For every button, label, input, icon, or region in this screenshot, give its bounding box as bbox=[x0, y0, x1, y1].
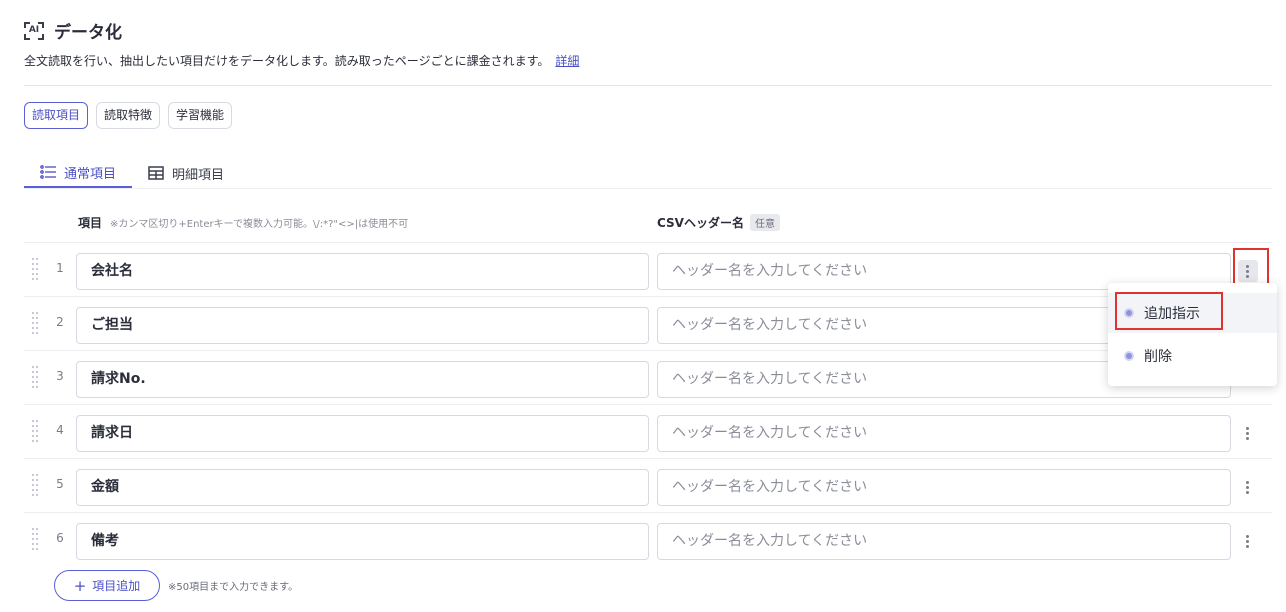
row-number: 5 bbox=[56, 477, 64, 491]
csv-column-label: CSVヘッダー名 bbox=[657, 216, 744, 230]
row-number: 4 bbox=[56, 423, 64, 437]
item-row: 2 ご担当 ヘッダー名を入力してください bbox=[24, 296, 1272, 350]
item-tabs: 通常項目 明細項目 bbox=[24, 158, 240, 188]
row-number: 6 bbox=[56, 531, 64, 545]
highlight-box-menu-item bbox=[1115, 292, 1223, 330]
description-text: 全文読取を行い、抽出したい項目だけをデータ化します。読み取ったページごとに課金さ… bbox=[24, 54, 550, 68]
item-row: 5 金額 ヘッダー名を入力してください bbox=[24, 458, 1272, 512]
tab-detail-items-label: 明細項目 bbox=[172, 167, 225, 183]
item-row: 3 請求No. ヘッダー名を入力してください bbox=[24, 350, 1272, 404]
tab-normal-items-label: 通常項目 bbox=[64, 166, 117, 182]
plus-icon: + bbox=[73, 576, 87, 595]
ai-icon: AI bbox=[24, 21, 44, 40]
tabs-divider bbox=[24, 188, 1272, 189]
item-row: 4 請求日 ヘッダー名を入力してください bbox=[24, 404, 1272, 458]
drag-handle-icon[interactable] bbox=[32, 420, 40, 442]
item-row: 1 会社名 ヘッダー名を入力してください bbox=[24, 242, 1272, 296]
more-options-icon[interactable] bbox=[1238, 422, 1258, 444]
drag-handle-icon[interactable] bbox=[32, 366, 40, 388]
csv-header-input[interactable]: ヘッダー名を入力してください bbox=[657, 523, 1231, 560]
row-number: 3 bbox=[56, 369, 64, 383]
item-name-input[interactable]: 金額 bbox=[76, 469, 649, 506]
item-name-input[interactable]: ご担当 bbox=[76, 307, 649, 344]
add-item-button[interactable]: + 項目追加 bbox=[54, 570, 160, 601]
item-column-header: 項目 ※カンマ区切り+Enterキーで複数入力可能。\/:*?"<>|は使用不可 bbox=[78, 214, 408, 231]
chip-read-items[interactable]: 読取項目 bbox=[24, 102, 89, 129]
csv-header-input[interactable]: ヘッダー名を入力してください bbox=[657, 415, 1231, 452]
drag-handle-icon[interactable] bbox=[32, 474, 40, 496]
chip-learning[interactable]: 学習機能 bbox=[168, 102, 233, 129]
more-options-icon[interactable] bbox=[1238, 530, 1258, 552]
row-number: 2 bbox=[56, 315, 64, 329]
item-name-input[interactable]: 請求日 bbox=[76, 415, 649, 452]
tab-normal-items[interactable]: 通常項目 bbox=[24, 158, 133, 188]
add-limit-note: ※50項目まで入力できます。 bbox=[168, 582, 299, 593]
row-number: 1 bbox=[56, 261, 64, 275]
item-column-note: ※カンマ区切り+Enterキーで複数入力可能。\/:*?"<>|は使用不可 bbox=[110, 219, 409, 230]
optional-badge: 任意 bbox=[749, 214, 780, 231]
item-name-input[interactable]: 請求No. bbox=[76, 361, 649, 398]
menu-item-label: 削除 bbox=[1144, 349, 1172, 365]
item-name-input[interactable]: 備考 bbox=[76, 523, 649, 560]
page-description: 全文読取を行い、抽出したい項目だけをデータ化します。読み取ったページごとに課金さ… bbox=[24, 52, 579, 69]
tab-detail-items[interactable]: 明細項目 bbox=[132, 158, 240, 188]
add-item-label: 項目追加 bbox=[92, 579, 141, 593]
drag-handle-icon[interactable] bbox=[32, 528, 40, 550]
item-column-label: 項目 bbox=[78, 216, 103, 230]
menu-item-delete[interactable]: 削除 bbox=[1108, 336, 1277, 376]
list-icon bbox=[40, 165, 56, 179]
section-chips: 読取項目 読取特徴 学習機能 bbox=[24, 102, 233, 129]
item-name-input[interactable]: 会社名 bbox=[76, 253, 649, 290]
more-options-icon[interactable] bbox=[1238, 476, 1258, 498]
item-row: 6 備考 ヘッダー名を入力してください bbox=[24, 512, 1272, 566]
page-header: AI データ化 bbox=[24, 18, 122, 43]
detail-link[interactable]: 詳細 bbox=[555, 54, 579, 68]
menu-dot-icon bbox=[1124, 351, 1134, 361]
chip-read-features[interactable]: 読取特徴 bbox=[96, 102, 161, 129]
page-title: データ化 bbox=[54, 23, 122, 43]
csv-header-input[interactable]: ヘッダー名を入力してください bbox=[657, 469, 1231, 506]
csv-column-header: CSVヘッダー名 任意 bbox=[657, 214, 780, 231]
drag-handle-icon[interactable] bbox=[32, 258, 40, 280]
header-divider bbox=[24, 85, 1272, 86]
table-icon bbox=[148, 166, 164, 180]
drag-handle-icon[interactable] bbox=[32, 312, 40, 334]
